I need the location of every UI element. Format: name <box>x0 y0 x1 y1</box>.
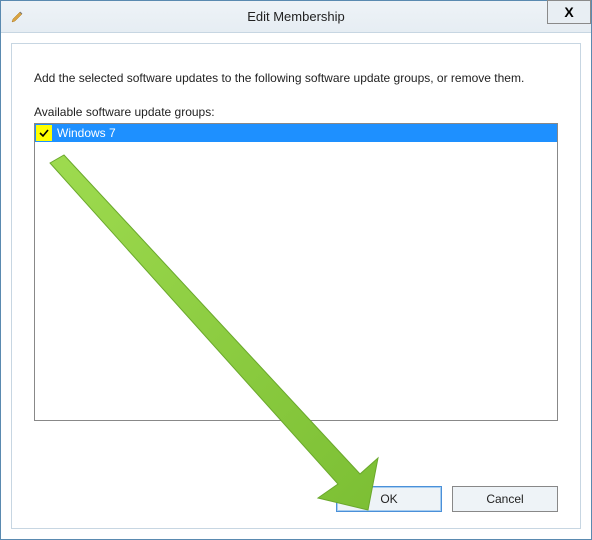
close-icon: X <box>564 4 573 20</box>
checkmark-icon <box>39 128 49 138</box>
dialog-title: Edit Membership <box>1 9 591 24</box>
pencil-icon <box>9 9 25 25</box>
ok-button[interactable]: OK <box>336 486 442 512</box>
list-item-label: Windows 7 <box>55 126 555 140</box>
dialog-window: Edit Membership X Add the selected softw… <box>0 0 592 540</box>
cancel-button-label: Cancel <box>486 492 523 506</box>
checkbox[interactable] <box>37 126 51 140</box>
list-label: Available software update groups: <box>34 105 558 119</box>
cancel-button[interactable]: Cancel <box>452 486 558 512</box>
close-button[interactable]: X <box>547 0 591 24</box>
ok-button-label: OK <box>380 492 397 506</box>
update-groups-listbox[interactable]: Windows 7 <box>34 123 558 421</box>
titlebar: Edit Membership X <box>1 1 591 33</box>
description-text: Add the selected software updates to the… <box>34 70 558 87</box>
button-row: OK Cancel <box>11 472 581 529</box>
list-item[interactable]: Windows 7 <box>35 124 557 142</box>
dialog-content: Add the selected software updates to the… <box>11 43 581 472</box>
